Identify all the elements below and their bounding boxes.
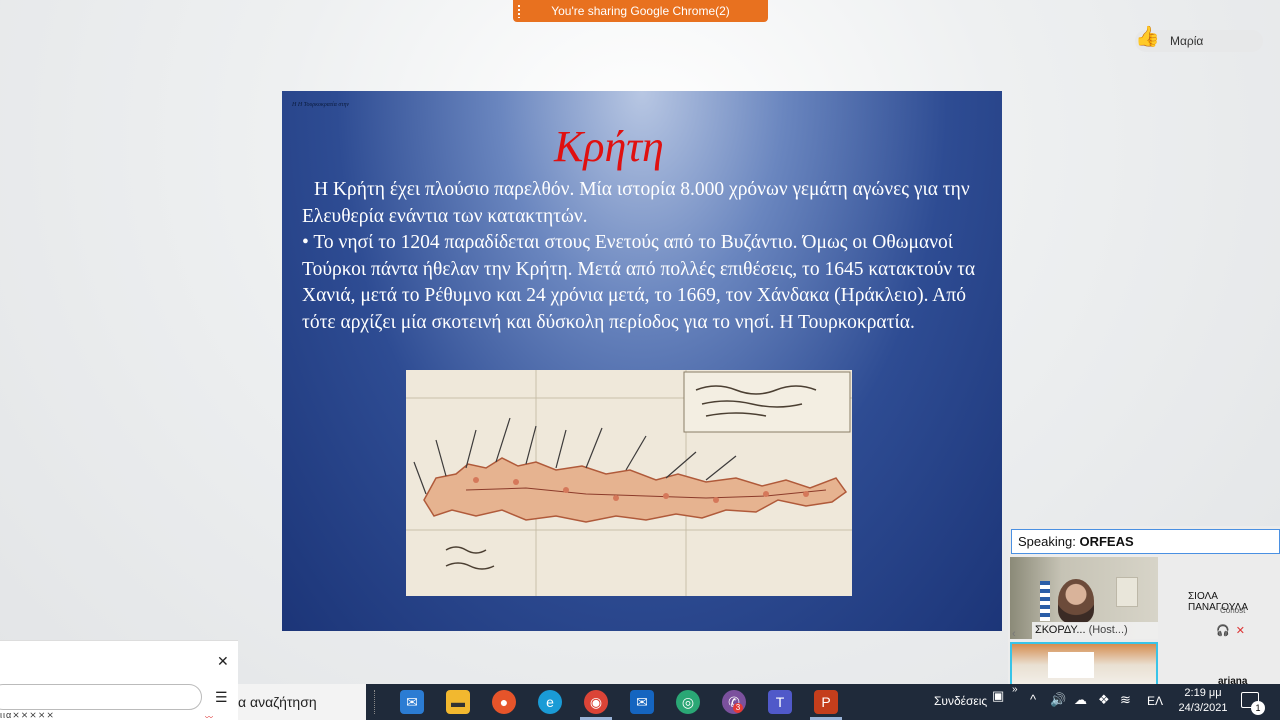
host-role: (Host...)	[1088, 624, 1128, 636]
chevron-up-icon[interactable]: ^	[1030, 692, 1036, 707]
slide-paragraph-2: • Το νησί το 1204 παραδίδεται στους Ενετ…	[302, 232, 976, 333]
language-indicator[interactable]: ΕΛ	[1147, 694, 1163, 708]
close-icon[interactable]: ✕	[217, 653, 229, 670]
dropbox-icon[interactable]: ❖	[1098, 692, 1110, 708]
user-name: Μαρία	[1170, 34, 1204, 48]
chevron-left-icon[interactable]: ‹	[1012, 628, 1016, 640]
taskbar-search-text: α αναζήτηση	[238, 694, 317, 710]
sharing-banner[interactable]: You're sharing Google Chrome(2)	[513, 0, 768, 22]
search-field[interactable]	[0, 684, 202, 710]
spellcheck-squiggle-icon: 〰	[205, 713, 213, 720]
mail-icon[interactable]: ✉	[400, 690, 424, 714]
slide-paragraph-1: Η Κρήτη έχει πλούσιο παρελθόν. Μία ιστορ…	[302, 179, 970, 227]
taskbar-divider	[374, 690, 376, 714]
user-reaction-pill: 👍 Μαρία	[1135, 26, 1263, 52]
teams-icon[interactable]: T	[768, 690, 792, 714]
clock-time: 2:19 μμ	[1184, 687, 1222, 699]
host-name-tag: ΣΚΟΡΔΥ... (Host...)	[1032, 622, 1158, 639]
connections-label[interactable]: Συνδέσεις	[934, 694, 987, 708]
cohost-role: Cohost	[1220, 606, 1246, 615]
headphones-icon: 🎧	[1216, 625, 1230, 637]
taskbar-search-box[interactable]: α αναζήτηση	[238, 684, 366, 720]
sharing-banner-text: You're sharing Google Chrome(2)	[551, 4, 730, 18]
chevrons-right-icon[interactable]: »	[1012, 684, 1018, 695]
cohost-status-icons: 🎧 ✕	[1216, 624, 1245, 637]
wall-frame	[1116, 577, 1138, 607]
outlook-icon[interactable]: ✉	[630, 690, 654, 714]
firefox-icon[interactable]: ●	[492, 690, 516, 714]
crete-map-image	[406, 370, 852, 596]
speaking-name: ORFEAS	[1079, 534, 1134, 549]
file-explorer-icon[interactable]: ▬	[446, 690, 470, 714]
volume-icon[interactable]: 🔊	[1050, 692, 1066, 708]
garbled-text: ιια⨯⨯⨯⨯⨯	[0, 710, 55, 720]
popup-dialog: ✕	[0, 640, 238, 684]
clock[interactable]: 2:19 μμ 24/3/2021	[1178, 686, 1228, 716]
participant-face	[1058, 579, 1094, 623]
edge-icon[interactable]: e	[538, 690, 562, 714]
viber-badge: 3	[733, 703, 743, 713]
speaking-label: Speaking:	[1018, 534, 1076, 549]
speaking-indicator: Speaking: ORFEAS	[1011, 529, 1280, 554]
notification-count: 1	[1251, 701, 1265, 715]
slide-header: Η Η Τουρκοκρατία στην	[292, 102, 350, 108]
chrome-icon[interactable]: ◉	[584, 690, 608, 714]
mic-muted-icon: ✕	[1235, 625, 1245, 637]
presentation-slide: Η Η Τουρκοκρατία στην Κρήτη Η Κρήτη έχει…	[282, 91, 1002, 631]
slide-title: Κρήτη	[554, 122, 664, 171]
monitor-icon[interactable]: ▣	[992, 688, 1004, 704]
host-name: ΣΚΟΡΔΥ...	[1035, 624, 1086, 636]
wifi-icon[interactable]: ≋	[1120, 692, 1131, 708]
clock-date: 24/3/2021	[1178, 702, 1228, 714]
video-placeholder	[1048, 652, 1094, 678]
search-panel: ☰ ιια⨯⨯⨯⨯⨯ 〰	[0, 684, 238, 720]
participant-video-tile[interactable]	[1010, 642, 1158, 686]
crete-map-drawing	[406, 370, 852, 596]
drag-handle-icon[interactable]	[517, 4, 521, 18]
flag-in-video	[1040, 581, 1050, 621]
slide-body: Η Κρήτη έχει πλούσιο παρελθόν. Μία ιστορ…	[302, 177, 992, 336]
cloud-icon[interactable]: ☁	[1074, 692, 1087, 708]
list-sort-icon[interactable]: ☰	[215, 689, 228, 706]
powerpoint-icon[interactable]: P	[814, 690, 838, 714]
thumbs-up-icon: 👍	[1135, 26, 1160, 48]
browser-icon[interactable]: ◎	[676, 690, 700, 714]
